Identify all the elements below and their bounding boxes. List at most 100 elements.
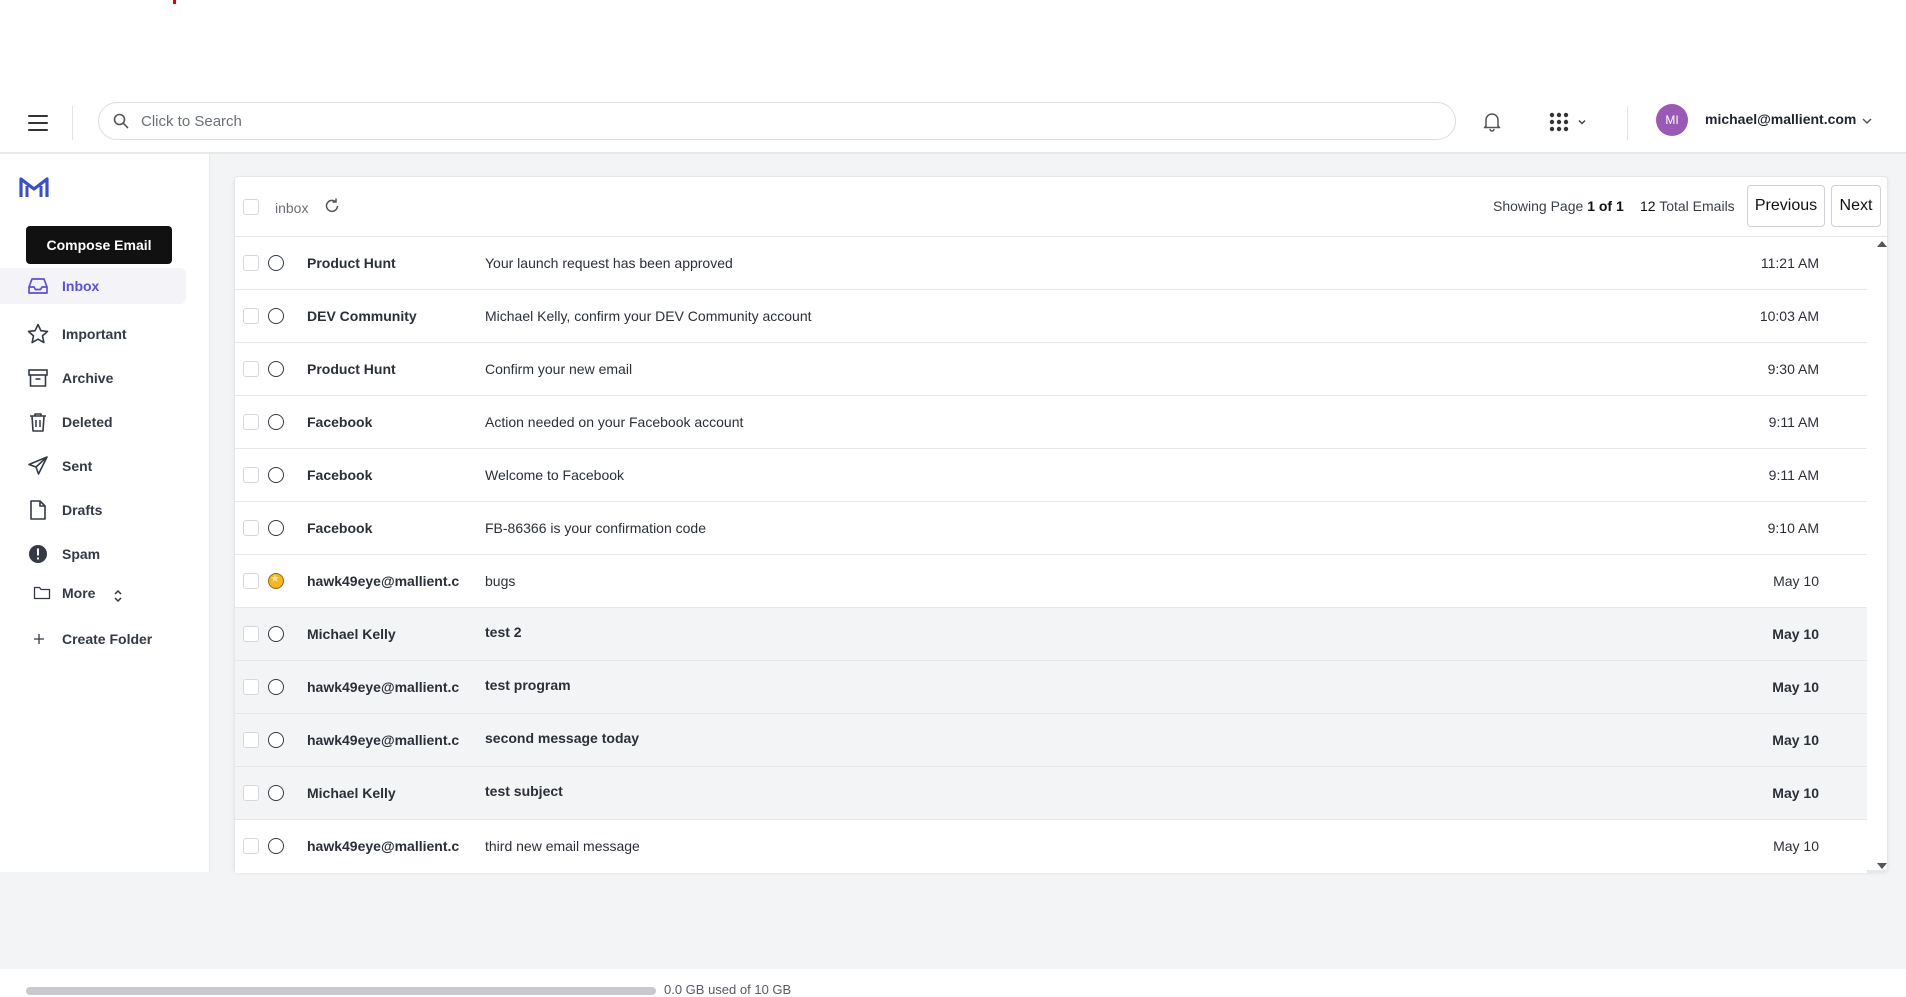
email-sender: DEV Community (307, 308, 417, 324)
row-checkbox[interactable] (243, 573, 259, 589)
email-sender: Facebook (307, 414, 373, 430)
total-suffix: Total Emails (1655, 198, 1735, 214)
chevron-updown-icon[interactable] (112, 588, 124, 604)
folder-nav: Inbox Important Archive Deleted Sent Dra… (0, 268, 186, 664)
email-row[interactable]: Facebook Action needed on your Facebook … (235, 396, 1867, 449)
scroll-down-icon[interactable] (1877, 863, 1887, 869)
status-circle-icon[interactable] (268, 520, 284, 536)
sidebar-item-drafts[interactable]: Drafts (0, 488, 186, 532)
select-all-checkbox[interactable] (243, 199, 259, 215)
bell-icon[interactable] (1480, 109, 1504, 133)
email-subject: Confirm your new email (485, 361, 633, 377)
sidebar-item-deleted[interactable]: Deleted (0, 400, 186, 444)
email-sender: hawk49eye@mallient.c (307, 679, 460, 695)
sidebar-item-spam[interactable]: Spam (0, 532, 186, 576)
row-checkbox[interactable] (243, 626, 259, 642)
chevron-down-icon (1578, 119, 1586, 125)
row-checkbox[interactable] (243, 467, 259, 483)
search-bar[interactable] (98, 102, 1456, 140)
row-checkbox[interactable] (243, 414, 259, 430)
sidebar-item-more[interactable]: More (0, 576, 186, 610)
sidebar-item-label: Drafts (62, 502, 103, 518)
refresh-icon[interactable] (323, 197, 341, 215)
row-checkbox[interactable] (243, 679, 259, 695)
email-row[interactable]: Facebook FB-86366 is your confirmation c… (235, 502, 1867, 555)
email-time: 9:11 AM (1768, 414, 1819, 430)
search-input[interactable] (141, 112, 1421, 130)
email-row[interactable]: Facebook Welcome to Facebook 9:11 AM (235, 449, 1867, 502)
previous-button[interactable]: Previous (1747, 185, 1825, 227)
row-checkbox[interactable] (243, 785, 259, 801)
row-checkbox[interactable] (243, 732, 259, 748)
list-scrollbar[interactable] (1875, 237, 1887, 871)
email-subject: Your launch request has been approved (485, 255, 733, 271)
email-row[interactable]: Product Hunt Your launch request has bee… (235, 237, 1867, 290)
footer-background (0, 872, 1906, 969)
chevron-down-icon[interactable] (1860, 114, 1874, 128)
email-row[interactable]: Michael Kelly test subject May 10 (235, 767, 1867, 820)
total-emails: 12 Total Emails (1640, 198, 1735, 214)
email-list-panel: inbox Showing Page 1 of 1 12 Total Email… (234, 176, 1888, 873)
avatar[interactable]: MI (1656, 104, 1688, 136)
email-sender: Facebook (307, 520, 373, 536)
status-circle-icon[interactable] (268, 626, 284, 642)
starred-circle-icon[interactable] (268, 572, 284, 589)
row-checkbox[interactable] (243, 308, 259, 324)
search-icon (113, 113, 129, 129)
sidebar-item-inbox[interactable]: Inbox (0, 268, 186, 304)
next-button[interactable]: Next (1831, 185, 1881, 227)
email-subject: second message today (485, 730, 640, 746)
email-time: 9:30 AM (1767, 361, 1819, 377)
email-sender: Product Hunt (307, 361, 396, 377)
inbox-icon (26, 274, 50, 298)
status-circle-icon[interactable] (268, 679, 284, 695)
star-icon (26, 322, 50, 346)
email-row[interactable]: Product Hunt Confirm your new email 9:30… (235, 343, 1867, 396)
list-toolbar: inbox Showing Page 1 of 1 12 Total Email… (235, 177, 1887, 237)
row-checkbox[interactable] (243, 255, 259, 271)
email-list: Product Hunt Your launch request has bee… (235, 237, 1867, 873)
page-prefix: Showing Page (1493, 198, 1588, 214)
status-circle-icon[interactable] (268, 361, 284, 377)
storage-progress-bar (26, 987, 656, 995)
row-checkbox[interactable] (243, 361, 259, 377)
status-circle-icon[interactable] (268, 467, 284, 483)
email-row[interactable]: Michael Kelly test 2 May 10 (235, 608, 1867, 661)
email-subject: FB-86366 is your confirmation code (485, 520, 706, 536)
status-circle-icon[interactable] (268, 414, 284, 430)
email-sender: hawk49eye@mallient.c (307, 732, 460, 748)
page-value: 1 of 1 (1587, 198, 1624, 214)
status-circle-icon[interactable] (268, 785, 284, 801)
email-row[interactable]: hawk49eye@mallient.c bugs May 10 (235, 555, 1867, 608)
row-checkbox[interactable] (243, 520, 259, 536)
user-email[interactable]: michael@mallient.com (1705, 111, 1856, 127)
sidebar-item-archive[interactable]: Archive (0, 356, 186, 400)
red-dot-marker (173, 0, 176, 4)
create-folder-button[interactable]: Create Folder (0, 614, 186, 664)
status-circle-icon[interactable] (268, 255, 284, 271)
sidebar-item-label: Deleted (62, 414, 113, 430)
menu-icon[interactable] (24, 109, 52, 137)
email-subject: Welcome to Facebook (485, 467, 625, 483)
row-checkbox[interactable] (243, 838, 259, 854)
email-row[interactable]: hawk49eye@mallient.c test program May 10 (235, 661, 1867, 714)
email-time: May 10 (1773, 573, 1819, 589)
email-sender: Michael Kelly (307, 785, 396, 801)
email-sender: hawk49eye@mallient.c (307, 838, 460, 854)
compose-email-button[interactable]: Compose Email (26, 226, 172, 264)
email-sender: Product Hunt (307, 255, 396, 271)
email-row[interactable]: hawk49eye@mallient.c second message toda… (235, 714, 1867, 767)
email-row[interactable]: hawk49eye@mallient.c third new email mes… (235, 820, 1867, 873)
apps-menu-button[interactable] (1548, 110, 1592, 134)
sidebar-item-important[interactable]: Important (0, 312, 186, 356)
status-circle-icon[interactable] (268, 838, 284, 854)
scroll-up-icon[interactable] (1877, 241, 1887, 247)
status-circle-icon[interactable] (268, 308, 284, 324)
sidebar-item-label: More (62, 585, 96, 601)
email-time: May 10 (1772, 732, 1819, 748)
email-time: May 10 (1772, 626, 1819, 642)
email-time: May 10 (1772, 785, 1819, 801)
sidebar-item-sent[interactable]: Sent (0, 444, 186, 488)
email-row[interactable]: DEV Community Michael Kelly, confirm you… (235, 290, 1867, 343)
status-circle-icon[interactable] (268, 732, 284, 748)
